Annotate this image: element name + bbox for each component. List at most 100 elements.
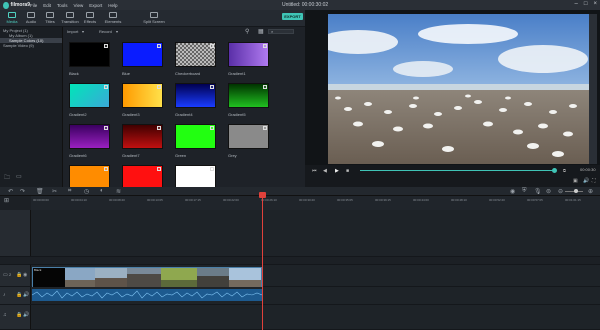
thumbnail-add-icon[interactable] [104, 85, 108, 89]
menu-help[interactable]: Help [108, 3, 117, 8]
progress-bar[interactable] [360, 170, 554, 171]
grid-view-icon[interactable]: ▦ [258, 28, 264, 35]
mic-icon[interactable]: 🎙 [534, 188, 542, 195]
video-clip[interactable]: Black [32, 267, 262, 288]
close-icon[interactable]: × [593, 1, 597, 7]
ruler-tick: 00:00:00:00 [33, 198, 49, 202]
import-dropdown[interactable]: Import [67, 29, 78, 34]
zoom-in-icon[interactable]: ⊕ [588, 188, 593, 195]
tab-effects[interactable]: Effects [78, 12, 102, 24]
thumbnail-label: Blue [122, 71, 131, 76]
tab-split-screen[interactable]: Split Screen [137, 12, 171, 24]
export-button[interactable]: EXPORT [282, 13, 303, 20]
audio-mixer-icon[interactable]: ≋ [116, 188, 121, 195]
thumbnail-add-icon[interactable] [210, 126, 214, 130]
menu-view[interactable]: View [74, 3, 84, 8]
lock-icon[interactable]: 🔒 [16, 272, 22, 278]
eye-icon[interactable]: ◉ [23, 272, 27, 278]
timecode: 00:00:30 [580, 167, 596, 172]
progress-handle[interactable] [552, 168, 557, 173]
thumbnail-add-icon[interactable] [157, 85, 161, 89]
media-thumbnail[interactable] [122, 124, 163, 149]
clip-label: Black [34, 268, 42, 272]
crop-icon[interactable]: ⌗ [68, 188, 71, 195]
media-thumbnail[interactable] [228, 42, 269, 67]
media-thumbnail[interactable] [175, 42, 216, 67]
tab-elements[interactable]: Elements [101, 12, 125, 24]
audio-volume-icon[interactable]: 🔊 [23, 292, 29, 298]
maximize-icon[interactable]: □ [584, 1, 588, 7]
color-icon[interactable]: ◐ [100, 188, 104, 194]
cut-icon[interactable]: ✂ [52, 188, 57, 195]
delete-icon[interactable]: 🗑 [36, 188, 44, 195]
video-track-number: 2 [9, 272, 12, 277]
media-thumbnail[interactable] [228, 124, 269, 149]
record-dropdown[interactable]: Record [99, 29, 112, 34]
playhead[interactable] [262, 195, 263, 330]
add-track-icon[interactable]: ⊞ [4, 197, 9, 204]
zoom-handle[interactable] [574, 189, 578, 193]
thumbnail-add-icon[interactable] [157, 126, 161, 130]
zoom-out-icon[interactable]: ⊖ [558, 188, 563, 195]
record-chevron-icon[interactable]: ▾ [116, 29, 118, 34]
empty-track [0, 210, 600, 257]
stop-icon[interactable]: ■ [346, 168, 349, 174]
sidebar-item-sample-video[interactable]: Sample Video (9) [0, 43, 62, 48]
menu-file[interactable]: File [30, 3, 37, 8]
timeline-ruler[interactable]: 00:00:00:00 00:00:04:10 00:00:08:20 00:00:1… [31, 196, 600, 210]
media-thumbnail[interactable] [69, 83, 110, 108]
thumbnail-add-icon[interactable] [104, 126, 108, 130]
fullscreen-icon[interactable]: ⛶ [592, 178, 596, 184]
media-thumbnail[interactable] [228, 83, 269, 108]
music-icon: ♫ [3, 312, 7, 318]
thumbnail-add-icon[interactable] [210, 44, 214, 48]
thumbnail-add-icon[interactable] [263, 126, 267, 130]
audio-lock-icon[interactable]: 🔒 [16, 292, 22, 298]
render-icon[interactable]: ◉ [510, 188, 515, 195]
undo-icon[interactable]: ↶ [8, 188, 13, 195]
folder-icon[interactable]: ▭ [16, 173, 22, 183]
video-clip-filmstrip [33, 268, 261, 287]
prev-frame-icon[interactable]: ⏮ [312, 168, 317, 174]
minimize-icon[interactable]: – [575, 1, 578, 7]
volume-icon[interactable]: 🔊 [583, 178, 589, 184]
audio-clip[interactable] [32, 289, 262, 301]
music-lock-icon[interactable]: 🔒 [16, 312, 22, 318]
thumbnail-add-icon[interactable] [263, 85, 267, 89]
shield-icon[interactable]: ⛨ [522, 188, 527, 195]
thumbnail-add-icon[interactable] [157, 44, 161, 48]
ruler-tick: 00:00:08:20 [109, 198, 125, 202]
thumbnail-add-icon[interactable] [210, 85, 214, 89]
media-thumbnail[interactable] [175, 124, 216, 149]
menu-export[interactable]: Export [89, 3, 102, 8]
snapshot-icon[interactable]: ⧉ [563, 168, 566, 173]
menu-tools[interactable]: Tools [57, 3, 68, 8]
menu-edit[interactable]: Edit [43, 3, 51, 8]
media-thumbnail[interactable] [122, 83, 163, 108]
rewind-icon[interactable]: ◀ [323, 168, 327, 174]
preview-scrollbar[interactable] [589, 14, 597, 164]
thumbnail-add-icon[interactable] [263, 44, 267, 48]
thumbnail-add-icon[interactable] [104, 167, 108, 171]
voiceover-icon[interactable]: ⊜ [546, 188, 551, 195]
thumbnail-add-icon[interactable] [157, 167, 161, 171]
thumbnail-add-icon[interactable] [210, 167, 214, 171]
speed-icon[interactable]: ◷ [84, 188, 89, 195]
thumbnail-add-icon[interactable] [104, 44, 108, 48]
media-thumbnail[interactable] [122, 42, 163, 67]
tab-audio-label: Audio [25, 19, 37, 24]
media-thumbnail[interactable] [69, 42, 110, 67]
media-thumbnail[interactable] [175, 83, 216, 108]
import-chevron-icon[interactable]: ▾ [82, 29, 84, 34]
tab-split-screen-label: Split Screen [143, 19, 165, 24]
filter-icon[interactable]: ⚲ [245, 28, 249, 35]
media-thumbnail[interactable] [69, 124, 110, 149]
play-icon[interactable]: ▶ [335, 168, 339, 174]
camera-icon[interactable]: ▣ [573, 178, 578, 184]
music-volume-icon[interactable]: 🔊 [23, 312, 29, 318]
thumbnail-label: Grey [228, 153, 237, 158]
thumbnail-label: Gradient7 [122, 153, 140, 158]
new-folder-icon[interactable]: 🗀 [4, 173, 10, 183]
redo-icon[interactable]: ↷ [20, 188, 25, 195]
empty-audio-track: ♫ 🔒 🔊 [0, 305, 600, 330]
